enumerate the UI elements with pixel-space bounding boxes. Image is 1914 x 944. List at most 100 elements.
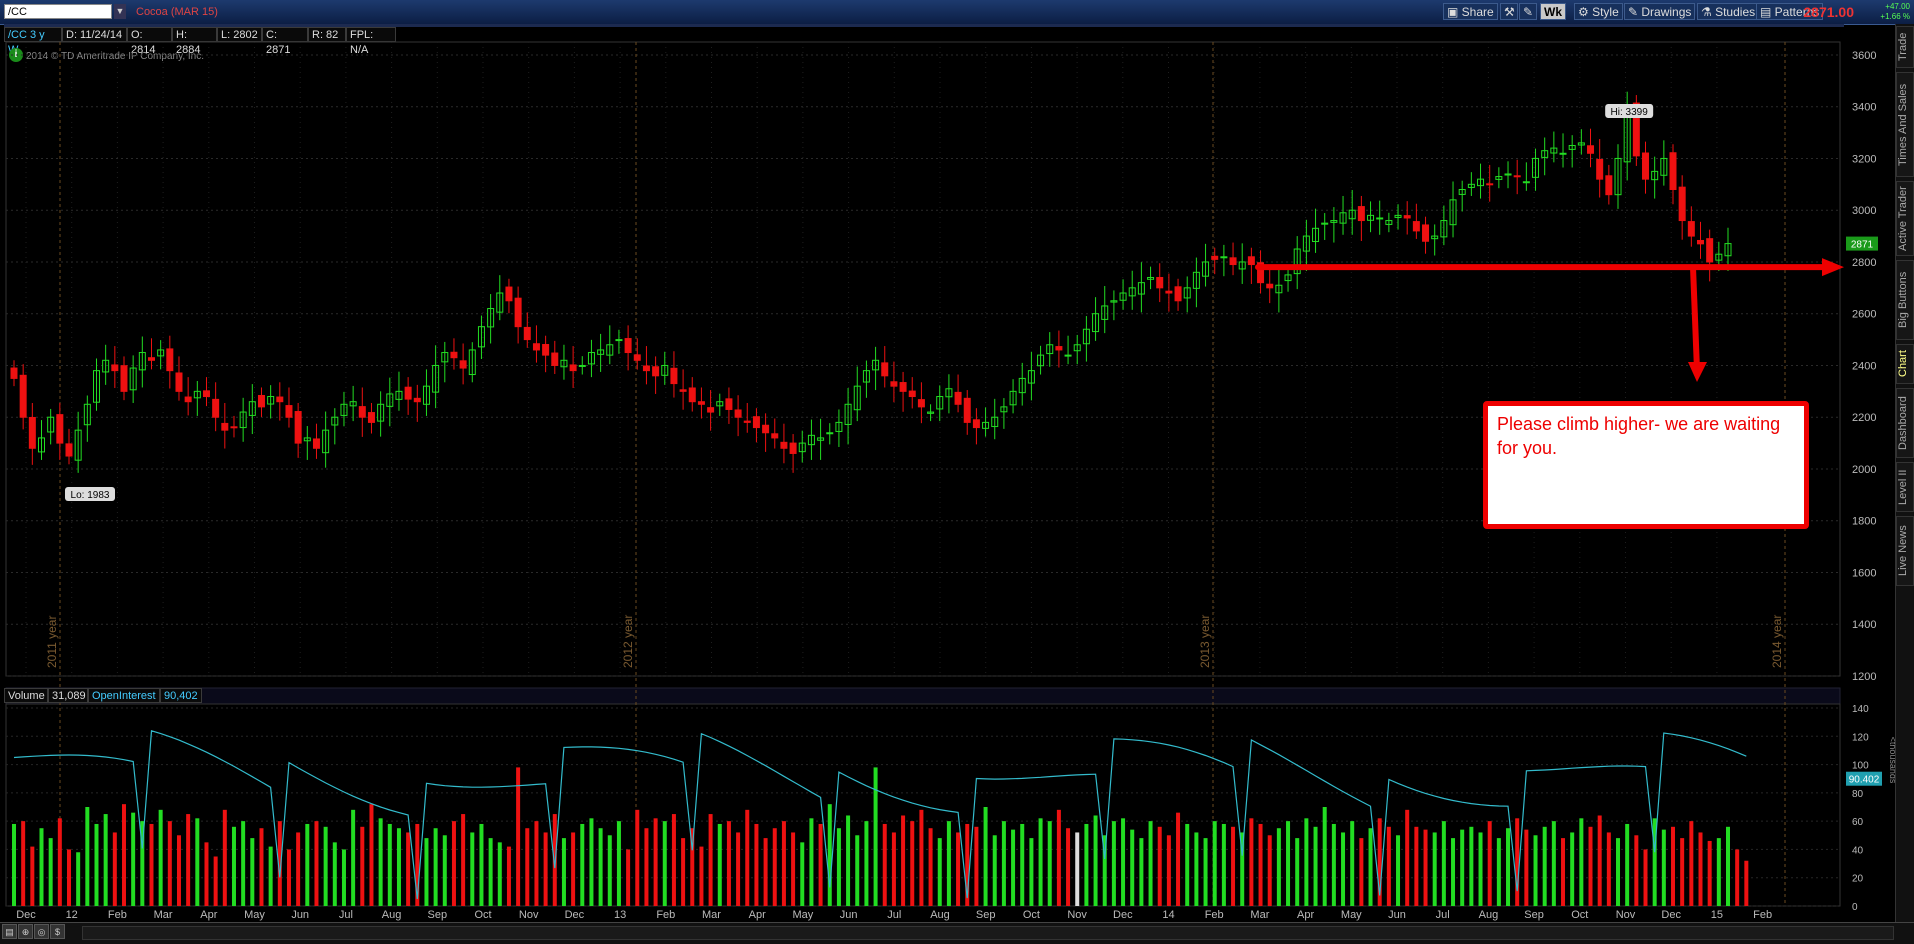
horizontal-scrollbar[interactable] (82, 926, 1894, 940)
candle-body (65, 443, 73, 457)
volume-bar (451, 821, 456, 906)
volume-bar (66, 849, 71, 906)
side-tab-big-buttons[interactable]: Big Buttons (1896, 260, 1914, 340)
candle-body (358, 406, 366, 418)
candle-body (1687, 221, 1695, 237)
candle-body (1522, 181, 1530, 184)
volume-bar (616, 821, 621, 906)
side-tab-level-ii[interactable]: Level II (1896, 462, 1914, 512)
volume-bar (1451, 838, 1456, 906)
volume-tick-label: 40 (1852, 845, 1864, 856)
price-tick-label: 3600 (1852, 50, 1876, 62)
volume-bar (231, 826, 236, 906)
candle-body (743, 420, 751, 423)
x-tick-label: Apr (749, 909, 766, 921)
volume-bar (901, 815, 906, 906)
volume-bar (1185, 823, 1190, 906)
zoom-icon[interactable]: ◎ (34, 924, 49, 939)
volume-bar (1020, 823, 1025, 906)
candle-body (624, 338, 632, 354)
volume-bar (662, 821, 667, 906)
volume-bar (1212, 821, 1217, 906)
candle-body (679, 389, 687, 392)
volume-bar (1423, 829, 1428, 906)
volume-bar (534, 821, 539, 906)
candle-body (826, 432, 834, 435)
volume-bar (1231, 826, 1236, 906)
candle-body (1247, 256, 1255, 266)
volume-bar (442, 835, 447, 906)
layout-icon[interactable]: ▤ (2, 924, 17, 939)
volume-bar (855, 835, 860, 906)
volume-bar (1744, 860, 1749, 906)
candle-body (175, 372, 183, 392)
volume-bar (1130, 829, 1135, 906)
side-tab-live-news[interactable]: Live News (1896, 516, 1914, 586)
volume-bar (39, 828, 44, 906)
volume-bar (809, 818, 814, 906)
volume-bar (1011, 829, 1016, 906)
x-tick-label: Sep (976, 909, 996, 921)
x-tick-label: Feb (1205, 909, 1224, 921)
volume-header-strip (5, 687, 1841, 705)
dollar-icon[interactable]: $ (50, 924, 65, 939)
volume-bar (378, 818, 383, 906)
candle-body (257, 394, 265, 408)
candle-body (19, 374, 27, 418)
candle-body (578, 364, 586, 367)
candle-body (367, 412, 375, 423)
volume-label: Volume (4, 688, 48, 703)
price-tick-label: 1400 (1852, 619, 1876, 631)
candle-body (312, 438, 320, 449)
volume-bar (681, 838, 686, 906)
candle-body (670, 367, 678, 385)
hi-label: Hi: 3399 (1611, 107, 1649, 118)
volume-bar (1121, 818, 1126, 906)
candle-body (1156, 276, 1164, 289)
volume-bar (919, 809, 924, 906)
volume-bar (1432, 832, 1437, 906)
candle-body (734, 409, 742, 418)
side-tab-chart[interactable]: Chart (1896, 344, 1914, 384)
x-tick-label: Sep (1524, 909, 1544, 921)
volume-bar (241, 821, 246, 906)
volume-bar (186, 814, 191, 906)
crosshair-icon[interactable]: ⊕ (18, 924, 33, 939)
x-tick-label: Dec (1113, 909, 1133, 921)
price-tick-label: 2400 (1852, 360, 1876, 372)
candle-body (1513, 175, 1521, 178)
candle-body (1229, 257, 1237, 266)
volume-bar (1469, 826, 1474, 906)
volume-bar (1001, 821, 1006, 906)
side-tab-trade[interactable]: Trade (1896, 26, 1914, 68)
oi-badge: 90.402 (1849, 775, 1880, 786)
volume-bar (827, 804, 832, 906)
price-tick-label: 2600 (1852, 309, 1876, 321)
side-tab-times-and-sales[interactable]: Times And Sales (1896, 72, 1914, 177)
candle-body (285, 405, 293, 418)
x-tick-label: 12 (66, 909, 78, 921)
volume-bar (1616, 838, 1621, 906)
candle-body (56, 414, 64, 444)
candle-body (707, 407, 715, 413)
oi-value: 90,402 (160, 688, 202, 703)
volume-bar (470, 832, 475, 906)
candle-body (184, 396, 192, 403)
volume-bar (1671, 826, 1676, 906)
volume-bar (992, 835, 997, 906)
side-tab-dashboard[interactable]: Dashboard (1896, 388, 1914, 458)
volume-bar (1258, 823, 1263, 906)
volume-bar (626, 849, 631, 906)
candle-body (404, 386, 412, 400)
price-tick-label: 3400 (1852, 102, 1876, 114)
volume-tick-label: 80 (1852, 789, 1864, 800)
volume-bar (1038, 818, 1043, 906)
year-marker-label: 2011 year (45, 616, 59, 668)
candle-body (633, 354, 641, 361)
side-tab-active-trader[interactable]: Active Trader (1896, 181, 1914, 256)
candle-body (147, 357, 155, 361)
volume-bar (1341, 832, 1346, 906)
candle-body (688, 387, 696, 403)
volume-bar (1176, 812, 1181, 906)
volume-bar (296, 832, 301, 906)
